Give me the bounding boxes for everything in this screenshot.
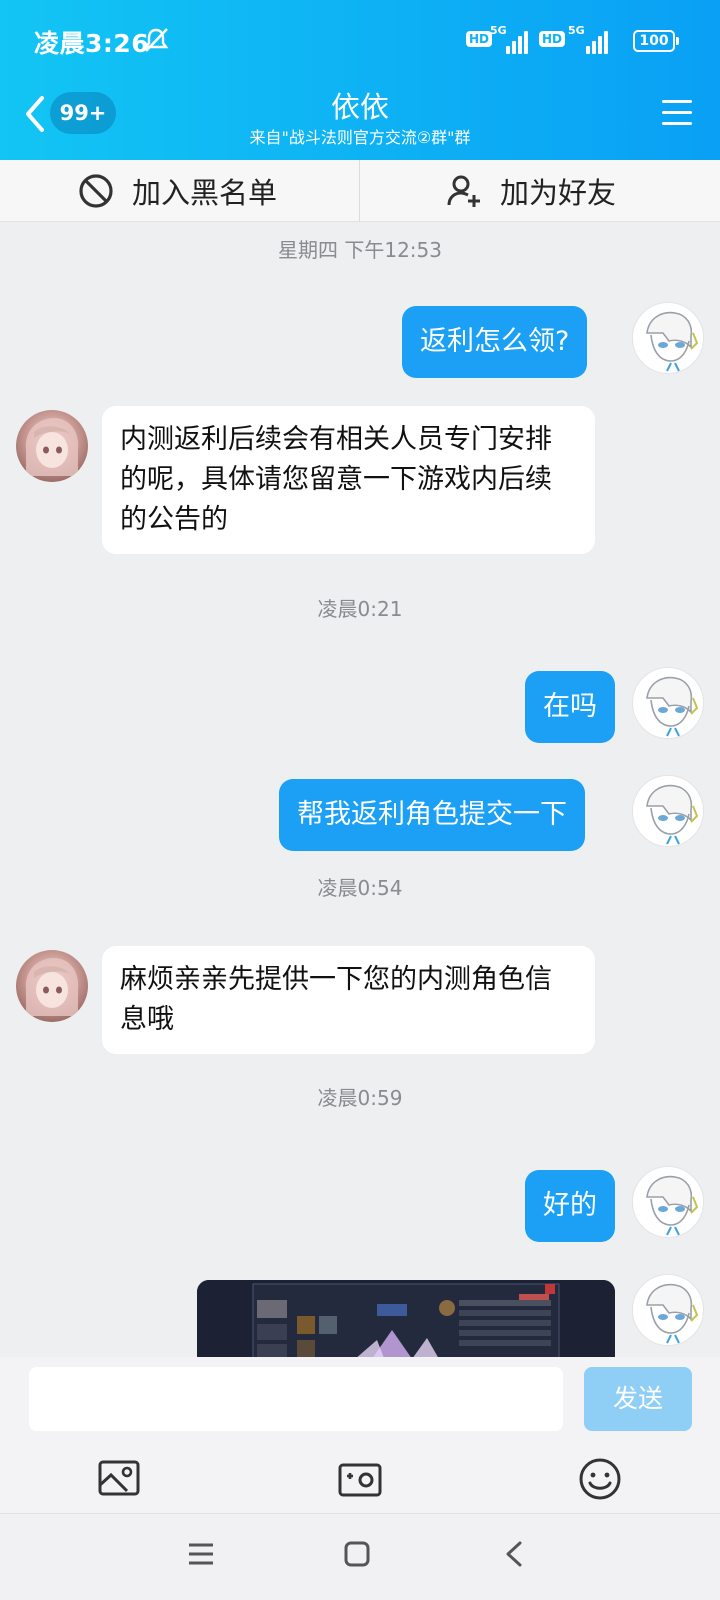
avatar-image <box>25 958 79 1016</box>
add-friend-label: 加为好友 <box>500 176 617 210</box>
my-avatar[interactable] <box>632 1166 704 1238</box>
chat-subtitle: 来自"战斗法则官方交流②群"群 <box>249 128 471 147</box>
timestamp: 星期四 下午12:53 <box>278 238 442 262</box>
contact-avatar[interactable] <box>16 950 88 1022</box>
add-friend-button[interactable]: 加为好友 <box>446 160 616 222</box>
menu-icon[interactable] <box>662 100 692 126</box>
input-bar: 发送 <box>0 1357 720 1445</box>
message-bubble-out[interactable]: 返利怎么领? <box>402 306 588 378</box>
mute-icon <box>143 28 169 52</box>
nav-home-icon[interactable] <box>343 1540 371 1568</box>
avatar-image <box>646 311 699 372</box>
timestamp: 凌晨0:59 <box>317 1086 403 1110</box>
message-bubble-out[interactable]: 帮我返利角色提交一下 <box>279 779 585 851</box>
message-text: 返利怎么领? <box>420 326 570 357</box>
hd-badge-1: HD <box>466 31 493 47</box>
camera-icon[interactable] <box>337 1457 383 1501</box>
status-bar: 凌晨3:26 HD 5G HD 5G 100 <box>0 0 720 80</box>
image-icon[interactable] <box>97 1457 143 1501</box>
contact-avatar[interactable] <box>16 410 88 482</box>
message-text: 内测返利后续会有相关人员专门安排的呢，具体请您留意一下游戏内后续的公告的 <box>120 424 552 535</box>
chat-title: 依依 <box>330 90 389 124</box>
timestamp: 凌晨0:54 <box>317 876 403 900</box>
message-bubble-in[interactable]: 麻烦亲亲先提供一下您的内测角色信息哦 <box>102 946 595 1054</box>
hd-badge-2: HD <box>539 31 566 47</box>
avatar-image <box>646 784 699 845</box>
network-type-1: 5G <box>490 24 507 37</box>
message-text: 好的 <box>543 1190 597 1221</box>
signal-icon-1 <box>506 24 528 54</box>
message-bubble-in[interactable]: 内测返利后续会有相关人员专门安排的呢，具体请您留意一下游戏内后续的公告的 <box>102 406 595 554</box>
nav-menu-icon[interactable] <box>187 1540 215 1568</box>
signal-icon-2 <box>586 24 608 54</box>
top-bar: 凌晨3:26 HD 5G HD 5G 100 99+ 依依 来自"战斗法则官方交… <box>0 0 720 160</box>
emoji-icon[interactable] <box>577 1457 623 1501</box>
avatar-image <box>25 418 79 476</box>
message-input[interactable] <box>29 1367 563 1431</box>
avatar-image <box>646 1175 699 1236</box>
message-text: 在吗 <box>543 691 597 722</box>
my-avatar[interactable] <box>632 775 704 847</box>
my-avatar[interactable] <box>632 667 704 739</box>
status-time: 凌晨3:26 <box>34 29 150 58</box>
my-avatar[interactable] <box>632 1274 704 1346</box>
blacklist-label: 加入黑名单 <box>132 176 278 210</box>
blacklist-button[interactable]: 加入黑名单 <box>78 160 277 222</box>
avatar-image <box>646 676 699 737</box>
timestamp: 凌晨0:21 <box>317 597 403 621</box>
action-divider <box>359 160 360 222</box>
message-bubble-out[interactable]: 在吗 <box>525 671 615 743</box>
message-text: 麻烦亲亲先提供一下您的内测角色信息哦 <box>120 964 552 1035</box>
block-icon <box>79 174 113 208</box>
add-user-icon <box>447 175 480 207</box>
avatar-image <box>646 1283 699 1344</box>
action-bar: 加入黑名单 加为好友 <box>0 160 720 222</box>
message-text: 帮我返利角色提交一下 <box>297 799 567 830</box>
network-type-2: 5G <box>568 24 585 37</box>
battery-icon: 100 <box>633 30 679 52</box>
message-bubble-out[interactable]: 好的 <box>525 1170 615 1242</box>
input-tools <box>0 1445 720 1513</box>
nav-back-icon[interactable] <box>500 1540 528 1568</box>
send-button[interactable]: 发送 <box>584 1367 692 1431</box>
message-list[interactable]: 星期四 下午12:53 返利怎么领? 内测返利后续会有相关人员专门安排的呢，具体… <box>0 222 720 1357</box>
my-avatar[interactable] <box>632 302 704 374</box>
system-nav-bar <box>0 1513 720 1600</box>
